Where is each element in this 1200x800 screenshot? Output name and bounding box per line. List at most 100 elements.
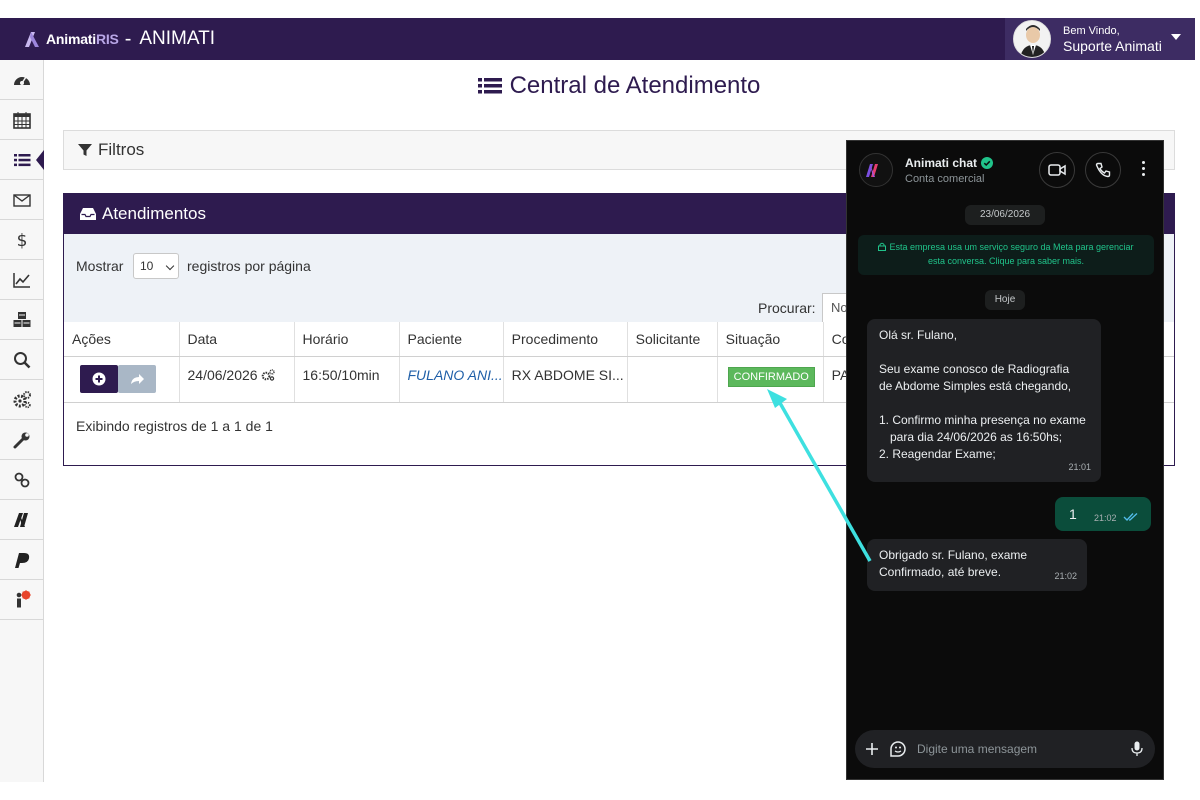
col-horario[interactable]: Horário (294, 322, 400, 357)
col-paciente[interactable]: Paciente (399, 322, 504, 357)
double-check-icon (1123, 513, 1138, 521)
forward-button[interactable] (118, 364, 156, 393)
message-time: 21:02 (1094, 513, 1117, 523)
gears-icon[interactable] (261, 368, 276, 381)
filter-icon (78, 144, 92, 156)
brand[interactable]: AnimatiRIS - ANIMATI (22, 18, 215, 60)
inbox-icon (80, 208, 96, 220)
video-camera-icon (1048, 164, 1066, 176)
chat-name: Animati chat (905, 156, 994, 170)
message-line: Confirmado, até breve. (879, 565, 1002, 579)
brand-name: AnimatiRIS (46, 31, 119, 47)
caret-down-icon[interactable] (1171, 34, 1181, 40)
outgoing-message[interactable]: 1 21:02 (1055, 497, 1151, 531)
message-line: Obrigado sr. Fulano, exame (879, 548, 1028, 562)
incoming-message[interactable]: Obrigado sr. Fulano, exame Confirmado, a… (867, 539, 1087, 591)
notice-line-1: Esta empresa usa um serviço seguro da Me… (858, 240, 1154, 254)
col-solicitante[interactable]: Solicitante (627, 322, 718, 357)
cell-paciente[interactable]: FULANO ANI... (399, 356, 504, 403)
page-length-select[interactable]: 10 (133, 253, 179, 279)
encryption-notice[interactable]: Esta empresa usa um serviço seguro da Me… (858, 235, 1154, 275)
message-input[interactable]: Digite uma mensagem (917, 742, 1131, 756)
share-icon (131, 373, 144, 384)
link-icon (14, 472, 29, 487)
per-page-label: registros por página (187, 258, 311, 274)
sidebar-item-reports[interactable] (0, 260, 43, 300)
sidebar-item-dashboard[interactable] (0, 60, 43, 100)
sidebar-item-list[interactable] (0, 140, 44, 180)
list-icon (13, 153, 30, 166)
sidebar-item-tools[interactable] (0, 420, 43, 460)
cell-acoes (64, 356, 180, 403)
avatar (1013, 20, 1051, 58)
chat-subtitle: Conta comercial (905, 172, 985, 185)
chat-avatar (859, 153, 893, 187)
message-time: 21:01 (1068, 462, 1091, 472)
video-call-button[interactable] (1039, 152, 1075, 188)
app-root: AnimatiRIS - ANIMATI Bem Vindo, Suporte … (0, 0, 1200, 800)
cell-situacao: CONFIRMADO (717, 356, 824, 403)
lock-icon (878, 242, 887, 251)
sidebar-item-messages[interactable] (0, 180, 43, 220)
voice-call-button[interactable] (1085, 152, 1121, 188)
sidebar-item-search[interactable] (0, 340, 43, 380)
app-title: ANIMATI (139, 28, 216, 49)
animati-logo-icon (25, 32, 39, 47)
message-line: 2. Reagendar Exame; (879, 447, 996, 461)
list-icon (477, 78, 502, 94)
welcome-text: Bem Vindo, Suporte Animati (1063, 24, 1162, 55)
message-time: 21:02 (1054, 571, 1077, 581)
gears-icon (13, 390, 31, 408)
animati-n-icon (13, 512, 28, 527)
plus-icon[interactable] (865, 742, 879, 756)
user-menu[interactable]: Bem Vindo, Suporte Animati (1005, 18, 1195, 60)
person-alert-icon (16, 589, 31, 607)
col-acoes[interactable]: Ações (64, 322, 180, 357)
sticker-icon[interactable] (889, 740, 907, 758)
page-title-text: Central de Atendimento (509, 72, 761, 99)
chat-title-block: Animati chat Conta comercial (905, 156, 994, 185)
message-line: Olá sr. Fulano, (879, 328, 958, 342)
incoming-message[interactable]: Olá sr. Fulano, Seu exame conosco de Rad… (867, 319, 1101, 482)
message-line: Seu exame conosco de Radiografia (879, 362, 1070, 376)
reply-text: 1 (1069, 506, 1077, 522)
filter-label: Filtros (98, 140, 145, 159)
sidebar-item-alerts[interactable] (0, 580, 43, 620)
cell-solicitante (627, 356, 718, 403)
sidebar-item-stock[interactable] (0, 300, 43, 340)
calendar-icon (12, 111, 31, 129)
add-button[interactable] (80, 364, 118, 393)
whatsapp-chat-window: Animati chat Conta comercial 23/06/2026 … (846, 140, 1164, 780)
cell-horario: 16:50/10min (294, 356, 400, 403)
microphone-icon[interactable] (1131, 741, 1143, 757)
chat-header[interactable]: Animati chat Conta comercial (847, 141, 1163, 199)
today-chip: Hoje (985, 290, 1025, 310)
envelope-icon (12, 193, 31, 207)
panel-title: Atendimentos (102, 204, 206, 223)
sidebar-item-animati[interactable] (0, 500, 43, 540)
show-label: Mostrar (76, 258, 124, 274)
sidebar-item-settings[interactable] (0, 380, 43, 420)
p-logo-icon (14, 552, 29, 568)
message-line: para dia 24/06/2026 as 16:50hs; (890, 430, 1063, 444)
cell-procedimento: RX ABDOME SI... (503, 356, 628, 403)
welcome-label: Bem Vindo, (1063, 24, 1120, 37)
cubes-icon (13, 311, 30, 327)
date-value: 24/06/2026 (187, 366, 258, 383)
sidebar-item-p[interactable] (0, 540, 43, 580)
message-line: de Abdome Simples está chegando, (879, 379, 1072, 393)
brand-separator: - (124, 27, 132, 50)
col-procedimento[interactable]: Procedimento (503, 322, 628, 357)
date-chip: 23/06/2026 (965, 205, 1045, 225)
sidebar-item-calendar[interactable] (0, 100, 43, 140)
message-composer[interactable]: Digite uma mensagem (855, 730, 1155, 768)
sidebar-item-integrations[interactable] (0, 460, 43, 500)
svg-text:$: $ (16, 231, 27, 250)
user-avatar-icon (1014, 21, 1050, 57)
col-situacao[interactable]: Situação (717, 322, 824, 357)
more-options-icon[interactable] (1142, 161, 1145, 176)
table-info: Exibindo registros de 1 a 1 de 1 (76, 418, 273, 434)
animati-logo-icon (866, 164, 878, 177)
col-data[interactable]: Data (179, 322, 295, 357)
sidebar-item-financial[interactable]: $ (0, 220, 43, 260)
